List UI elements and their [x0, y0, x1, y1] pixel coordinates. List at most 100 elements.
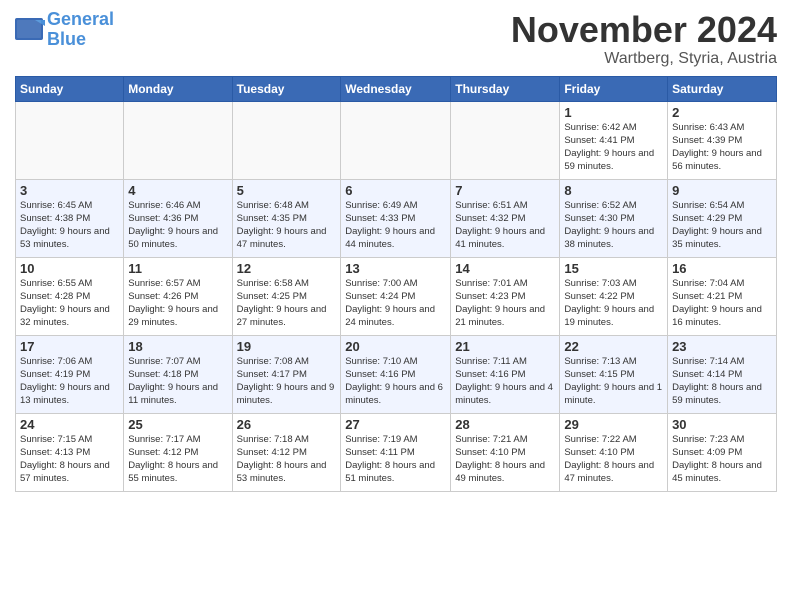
day-info: Sunrise: 6:43 AM Sunset: 4:39 PM Dayligh… — [672, 121, 772, 174]
day-number: 24 — [20, 417, 119, 432]
calendar-cell: 1Sunrise: 6:42 AM Sunset: 4:41 PM Daylig… — [560, 101, 668, 179]
day-info: Sunrise: 6:58 AM Sunset: 4:25 PM Dayligh… — [237, 277, 337, 330]
day-info: Sunrise: 7:03 AM Sunset: 4:22 PM Dayligh… — [564, 277, 663, 330]
day-number: 9 — [672, 183, 772, 198]
day-number: 29 — [564, 417, 663, 432]
logo-text: General Blue — [47, 10, 114, 50]
logo: General Blue — [15, 10, 114, 50]
col-thursday: Thursday — [451, 76, 560, 101]
calendar-cell — [341, 101, 451, 179]
calendar-week-1: 3Sunrise: 6:45 AM Sunset: 4:38 PM Daylig… — [16, 179, 777, 257]
day-number: 28 — [455, 417, 555, 432]
calendar: Sunday Monday Tuesday Wednesday Thursday… — [15, 76, 777, 492]
day-info: Sunrise: 6:46 AM Sunset: 4:36 PM Dayligh… — [128, 199, 227, 252]
calendar-cell: 19Sunrise: 7:08 AM Sunset: 4:17 PM Dayli… — [232, 335, 341, 413]
calendar-cell: 21Sunrise: 7:11 AM Sunset: 4:16 PM Dayli… — [451, 335, 560, 413]
day-info: Sunrise: 7:18 AM Sunset: 4:12 PM Dayligh… — [237, 433, 337, 486]
day-number: 1 — [564, 105, 663, 120]
col-monday: Monday — [124, 76, 232, 101]
calendar-cell: 27Sunrise: 7:19 AM Sunset: 4:11 PM Dayli… — [341, 413, 451, 491]
day-number: 25 — [128, 417, 227, 432]
day-info: Sunrise: 7:11 AM Sunset: 4:16 PM Dayligh… — [455, 355, 555, 408]
header: General Blue November 2024 Wartberg, Sty… — [15, 10, 777, 68]
calendar-cell: 28Sunrise: 7:21 AM Sunset: 4:10 PM Dayli… — [451, 413, 560, 491]
day-number: 6 — [345, 183, 446, 198]
col-friday: Friday — [560, 76, 668, 101]
col-tuesday: Tuesday — [232, 76, 341, 101]
title-section: November 2024 Wartberg, Styria, Austria — [511, 10, 777, 68]
calendar-cell — [451, 101, 560, 179]
day-number: 30 — [672, 417, 772, 432]
day-number: 19 — [237, 339, 337, 354]
calendar-cell: 6Sunrise: 6:49 AM Sunset: 4:33 PM Daylig… — [341, 179, 451, 257]
day-info: Sunrise: 7:17 AM Sunset: 4:12 PM Dayligh… — [128, 433, 227, 486]
day-info: Sunrise: 7:14 AM Sunset: 4:14 PM Dayligh… — [672, 355, 772, 408]
day-info: Sunrise: 7:00 AM Sunset: 4:24 PM Dayligh… — [345, 277, 446, 330]
day-number: 3 — [20, 183, 119, 198]
day-number: 20 — [345, 339, 446, 354]
logo-line2: Blue — [47, 29, 86, 49]
day-info: Sunrise: 6:49 AM Sunset: 4:33 PM Dayligh… — [345, 199, 446, 252]
day-info: Sunrise: 7:06 AM Sunset: 4:19 PM Dayligh… — [20, 355, 119, 408]
day-info: Sunrise: 7:13 AM Sunset: 4:15 PM Dayligh… — [564, 355, 663, 408]
calendar-cell: 13Sunrise: 7:00 AM Sunset: 4:24 PM Dayli… — [341, 257, 451, 335]
day-info: Sunrise: 7:19 AM Sunset: 4:11 PM Dayligh… — [345, 433, 446, 486]
calendar-cell: 9Sunrise: 6:54 AM Sunset: 4:29 PM Daylig… — [668, 179, 777, 257]
calendar-cell: 18Sunrise: 7:07 AM Sunset: 4:18 PM Dayli… — [124, 335, 232, 413]
day-info: Sunrise: 6:45 AM Sunset: 4:38 PM Dayligh… — [20, 199, 119, 252]
day-number: 8 — [564, 183, 663, 198]
day-number: 17 — [20, 339, 119, 354]
day-info: Sunrise: 7:04 AM Sunset: 4:21 PM Dayligh… — [672, 277, 772, 330]
calendar-cell: 12Sunrise: 6:58 AM Sunset: 4:25 PM Dayli… — [232, 257, 341, 335]
logo-line1: General — [47, 9, 114, 29]
col-wednesday: Wednesday — [341, 76, 451, 101]
calendar-cell: 8Sunrise: 6:52 AM Sunset: 4:30 PM Daylig… — [560, 179, 668, 257]
calendar-cell — [232, 101, 341, 179]
day-number: 27 — [345, 417, 446, 432]
day-info: Sunrise: 7:10 AM Sunset: 4:16 PM Dayligh… — [345, 355, 446, 408]
day-info: Sunrise: 6:48 AM Sunset: 4:35 PM Dayligh… — [237, 199, 337, 252]
day-info: Sunrise: 6:55 AM Sunset: 4:28 PM Dayligh… — [20, 277, 119, 330]
calendar-week-4: 24Sunrise: 7:15 AM Sunset: 4:13 PM Dayli… — [16, 413, 777, 491]
col-sunday: Sunday — [16, 76, 124, 101]
calendar-cell: 7Sunrise: 6:51 AM Sunset: 4:32 PM Daylig… — [451, 179, 560, 257]
day-number: 15 — [564, 261, 663, 276]
day-number: 23 — [672, 339, 772, 354]
col-saturday: Saturday — [668, 76, 777, 101]
day-number: 13 — [345, 261, 446, 276]
day-number: 22 — [564, 339, 663, 354]
day-number: 4 — [128, 183, 227, 198]
calendar-week-3: 17Sunrise: 7:06 AM Sunset: 4:19 PM Dayli… — [16, 335, 777, 413]
day-number: 18 — [128, 339, 227, 354]
day-info: Sunrise: 7:08 AM Sunset: 4:17 PM Dayligh… — [237, 355, 337, 408]
calendar-header-row: Sunday Monday Tuesday Wednesday Thursday… — [16, 76, 777, 101]
calendar-cell: 20Sunrise: 7:10 AM Sunset: 4:16 PM Dayli… — [341, 335, 451, 413]
calendar-cell: 26Sunrise: 7:18 AM Sunset: 4:12 PM Dayli… — [232, 413, 341, 491]
day-number: 26 — [237, 417, 337, 432]
day-number: 12 — [237, 261, 337, 276]
calendar-cell: 14Sunrise: 7:01 AM Sunset: 4:23 PM Dayli… — [451, 257, 560, 335]
day-info: Sunrise: 6:52 AM Sunset: 4:30 PM Dayligh… — [564, 199, 663, 252]
day-number: 7 — [455, 183, 555, 198]
calendar-cell — [16, 101, 124, 179]
day-info: Sunrise: 7:01 AM Sunset: 4:23 PM Dayligh… — [455, 277, 555, 330]
day-info: Sunrise: 7:23 AM Sunset: 4:09 PM Dayligh… — [672, 433, 772, 486]
calendar-cell: 2Sunrise: 6:43 AM Sunset: 4:39 PM Daylig… — [668, 101, 777, 179]
calendar-week-0: 1Sunrise: 6:42 AM Sunset: 4:41 PM Daylig… — [16, 101, 777, 179]
calendar-cell: 10Sunrise: 6:55 AM Sunset: 4:28 PM Dayli… — [16, 257, 124, 335]
day-number: 5 — [237, 183, 337, 198]
calendar-cell: 4Sunrise: 6:46 AM Sunset: 4:36 PM Daylig… — [124, 179, 232, 257]
calendar-cell: 11Sunrise: 6:57 AM Sunset: 4:26 PM Dayli… — [124, 257, 232, 335]
calendar-cell: 23Sunrise: 7:14 AM Sunset: 4:14 PM Dayli… — [668, 335, 777, 413]
logo-icon — [15, 18, 45, 42]
calendar-cell: 25Sunrise: 7:17 AM Sunset: 4:12 PM Dayli… — [124, 413, 232, 491]
day-info: Sunrise: 7:22 AM Sunset: 4:10 PM Dayligh… — [564, 433, 663, 486]
calendar-cell: 5Sunrise: 6:48 AM Sunset: 4:35 PM Daylig… — [232, 179, 341, 257]
day-info: Sunrise: 7:21 AM Sunset: 4:10 PM Dayligh… — [455, 433, 555, 486]
day-number: 2 — [672, 105, 772, 120]
day-info: Sunrise: 6:57 AM Sunset: 4:26 PM Dayligh… — [128, 277, 227, 330]
day-number: 10 — [20, 261, 119, 276]
calendar-cell: 30Sunrise: 7:23 AM Sunset: 4:09 PM Dayli… — [668, 413, 777, 491]
day-info: Sunrise: 7:07 AM Sunset: 4:18 PM Dayligh… — [128, 355, 227, 408]
day-info: Sunrise: 6:42 AM Sunset: 4:41 PM Dayligh… — [564, 121, 663, 174]
